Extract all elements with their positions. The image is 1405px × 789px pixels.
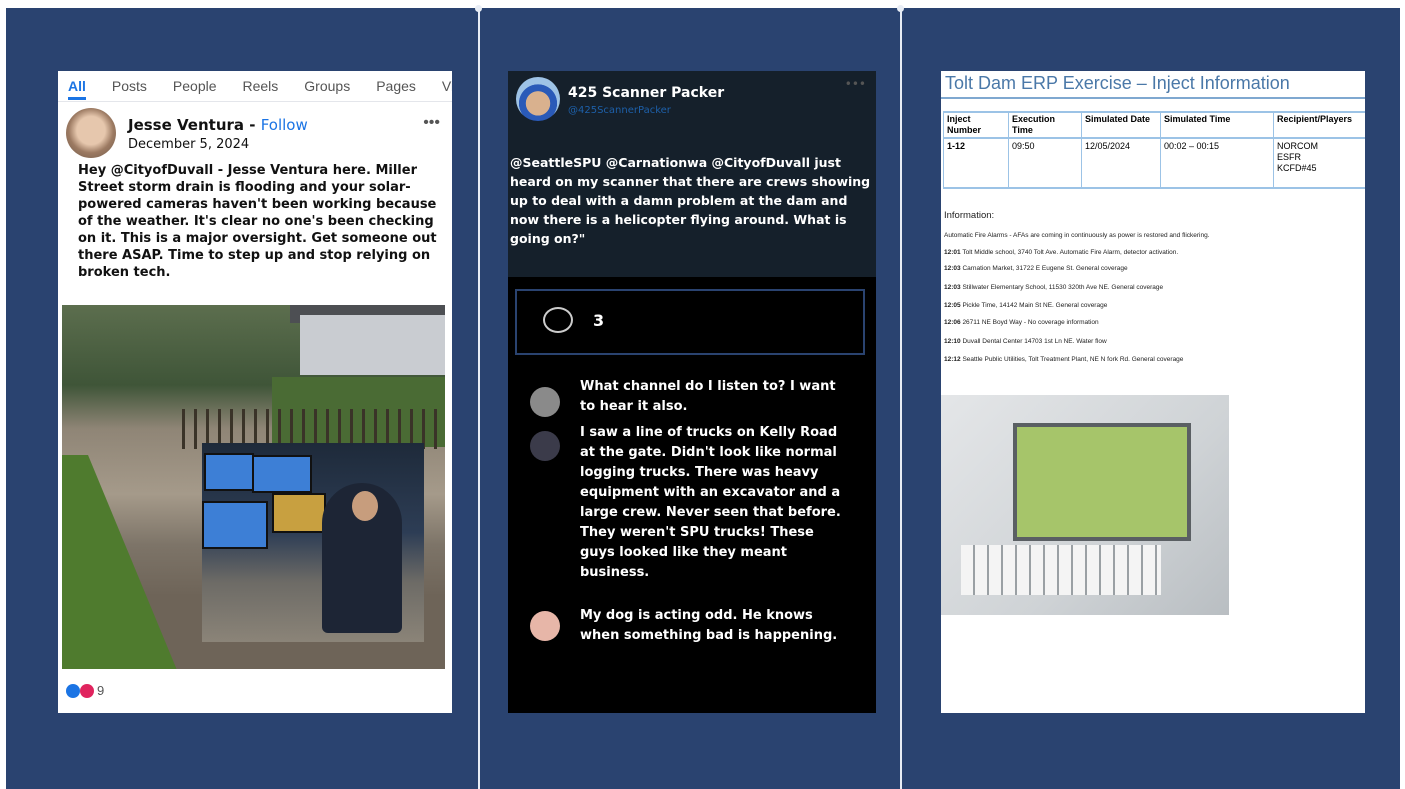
monitor — [272, 493, 326, 533]
divider-right — [900, 8, 902, 789]
tab-reels[interactable]: Reels — [243, 78, 279, 94]
post-text: Hey @CityofDuvall - Jesse Ventura here. … — [78, 163, 437, 280]
more-options-icon[interactable]: ••• — [845, 77, 866, 91]
page-title: Tolt Dam ERP Exercise – Inject Informati… — [945, 73, 1290, 93]
info-line: 12:05 Pickle Time, 14142 Main St NE. Gen… — [944, 302, 1108, 309]
simulated-time: 00:02 – 00:15 — [1160, 138, 1274, 189]
information-label: Information: — [944, 210, 995, 221]
column-header: Inject Number — [943, 111, 1009, 139]
monitor — [204, 453, 254, 491]
avatar[interactable] — [530, 387, 560, 417]
execution-time: 09:50 — [1008, 138, 1082, 189]
like-icon — [66, 683, 80, 698]
tab-groups[interactable]: Groups — [304, 78, 350, 94]
monitor — [252, 455, 312, 493]
love-icon — [80, 683, 94, 698]
follow-link[interactable]: Follow — [261, 116, 308, 134]
reactions-bar[interactable]: 9 — [66, 683, 104, 698]
title-rule — [941, 97, 1365, 99]
reaction-count: 9 — [97, 683, 105, 698]
tab-videos[interactable]: Vi — [442, 78, 452, 94]
post-date: December 5, 2024 — [128, 137, 250, 152]
info-line: 12:01 Tolt Middle school, 3740 Tolt Ave.… — [944, 249, 1179, 256]
comment-count: 3 — [593, 311, 605, 330]
info-line: 12:06 26711 NE Boyd Way - No coverage in… — [944, 319, 1099, 326]
info-line: Automatic Fire Alarms - AFAs are coming … — [944, 232, 1210, 239]
author-line: Jesse Ventura - Follow — [128, 116, 308, 134]
post-header-area: 425 Scanner Packer @425ScannerPacker •••… — [508, 71, 876, 277]
column-header: Execution Time — [1008, 111, 1082, 139]
post-text: @SeattleSPU @Carnationwa @CityofDuvall j… — [510, 155, 871, 246]
divider-left — [478, 8, 480, 789]
info-line: 12:10 Duvall Dental Center 14703 1st Ln … — [944, 338, 1107, 345]
table-header-row: Inject Number Execution Time Simulated D… — [943, 111, 1365, 139]
house — [300, 315, 445, 375]
avatar[interactable] — [530, 611, 560, 641]
search-tabs: All Posts People Reels Groups Pages Vi — [58, 71, 452, 102]
grass-bank — [62, 455, 179, 669]
recipients: NORCOM ESFR KCFD#45 — [1273, 138, 1365, 189]
comment-text: What channel do I listen to? I want to h… — [580, 379, 836, 414]
comment-count-box[interactable]: 3 — [515, 289, 865, 355]
fire-alarm-panel-photo — [941, 395, 1229, 615]
simulated-date: 12/05/2024 — [1081, 138, 1161, 189]
info-line: 12:03 Carnation Market, 31722 E Eugene S… — [944, 265, 1128, 272]
comment-icon — [543, 307, 573, 333]
divider-right-handle[interactable] — [897, 5, 904, 12]
alarm-panel-keypad — [961, 545, 1161, 595]
tab-posts[interactable]: Posts — [112, 78, 147, 94]
inject-number: 1-12 — [943, 138, 1009, 189]
comment-text: My dog is acting odd. He knows when some… — [580, 608, 838, 643]
inject-table: Inject Number Execution Time Simulated D… — [943, 111, 1365, 189]
author-name[interactable]: Jesse Ventura — [128, 116, 244, 134]
info-line: 12:03 Stillwater Elementary School, 1153… — [944, 284, 1164, 291]
more-options-icon[interactable]: ••• — [423, 114, 440, 132]
scanner-post-card: 425 Scanner Packer @425ScannerPacker •••… — [508, 71, 876, 713]
author-name[interactable]: 425 Scanner Packer — [568, 85, 724, 101]
dispatcher-face — [352, 491, 378, 521]
tab-pages[interactable]: Pages — [376, 78, 416, 94]
tab-all[interactable]: All — [68, 78, 86, 100]
avatar[interactable] — [516, 77, 560, 121]
info-line: 12:12 Seattle Public Utilities, Tolt Tre… — [944, 356, 1184, 363]
divider-left-handle[interactable] — [475, 5, 482, 12]
avatar[interactable] — [66, 108, 116, 158]
post-header: Jesse Ventura - Follow December 5, 2024 … — [58, 102, 452, 158]
name-separator: - — [244, 116, 261, 134]
comment-text: I saw a line of trucks on Kelly Road at … — [580, 425, 841, 580]
column-header: Recipient/Players — [1273, 111, 1365, 139]
monitor — [202, 501, 268, 549]
inject-document: Tolt Dam ERP Exercise – Inject Informati… — [941, 71, 1365, 713]
dispatch-center-photo — [202, 443, 424, 642]
avatar[interactable] — [530, 431, 560, 461]
column-header: Simulated Time — [1160, 111, 1274, 139]
tab-people[interactable]: People — [173, 78, 217, 94]
alarm-panel-screen — [1013, 423, 1191, 541]
author-handle[interactable]: @425ScannerPacker — [568, 105, 671, 116]
table-row: 1-12 09:50 12/05/2024 00:02 – 00:15 NORC… — [943, 138, 1365, 189]
column-header: Simulated Date — [1081, 111, 1161, 139]
